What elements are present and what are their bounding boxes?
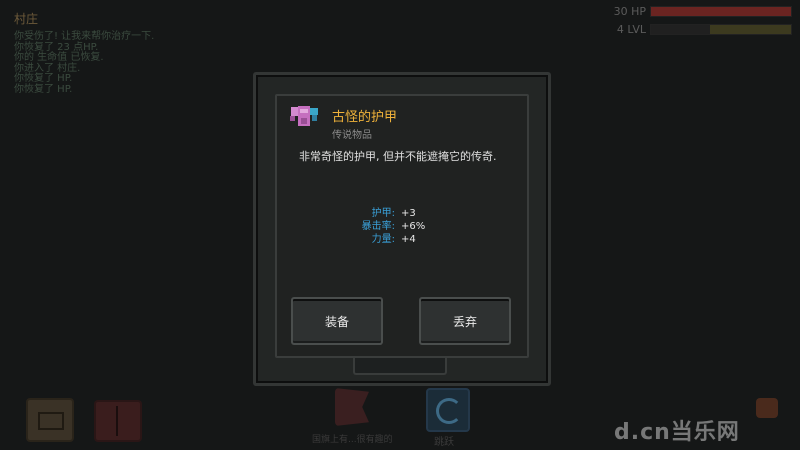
- stat-value: +6%: [401, 221, 426, 232]
- drop-button[interactable]: 丢弃: [419, 297, 511, 345]
- xp-bar: [650, 24, 792, 35]
- item-rarity: 传说物品: [332, 130, 372, 141]
- armor-icon: [288, 104, 320, 130]
- log-line: 你的 生命值 已恢复.: [14, 52, 104, 63]
- map-button[interactable]: [26, 398, 74, 442]
- book-icon: [116, 406, 118, 436]
- hp-display: 30 HP: [614, 5, 792, 18]
- journal-button[interactable]: [94, 400, 142, 442]
- hp-bar: [650, 6, 792, 17]
- xp-bar-fill: [651, 25, 710, 34]
- stat-key: 力量:: [371, 234, 395, 245]
- level-display: 4 LVL: [617, 23, 792, 36]
- message-log: 你受伤了! 让我来帮你治疗一下. 你恢复了 23 点HP. 你的 生命值 已恢复…: [14, 31, 155, 95]
- log-line: 你恢复了 HP.: [14, 83, 73, 95]
- refresh-icon: [436, 398, 462, 424]
- level-label: 4 LVL: [616, 23, 646, 36]
- hp-label: 30 HP: [613, 5, 646, 18]
- jump-label: 跳跃: [434, 437, 454, 448]
- item-name: 古怪的护甲: [332, 110, 398, 125]
- stat-key: 护甲:: [371, 208, 395, 219]
- map-icon: [38, 412, 64, 430]
- dialog-bottom-tab: [353, 355, 447, 375]
- item-description: 非常奇怪的护甲, 但并不能遮掩它的传奇.: [299, 150, 497, 163]
- flag-button[interactable]: [335, 388, 369, 426]
- character-icon[interactable]: [756, 398, 778, 418]
- stat-value: +3: [401, 208, 416, 219]
- jump-button[interactable]: [426, 388, 470, 432]
- stat-value: +4: [401, 234, 416, 245]
- log-line: 你恢复了 HP.: [14, 73, 73, 84]
- watermark-logo: d.cn当乐网: [614, 420, 740, 445]
- hp-bar-fill: [651, 7, 791, 16]
- log-line: 你受伤了! 让我来帮你治疗一下.: [14, 31, 155, 42]
- location-title: 村庄: [14, 12, 39, 26]
- stat-key: 暴击率:: [361, 221, 395, 232]
- equip-button[interactable]: 装备: [291, 297, 383, 345]
- flag-label: 国旗上有...很有趣的: [312, 435, 393, 445]
